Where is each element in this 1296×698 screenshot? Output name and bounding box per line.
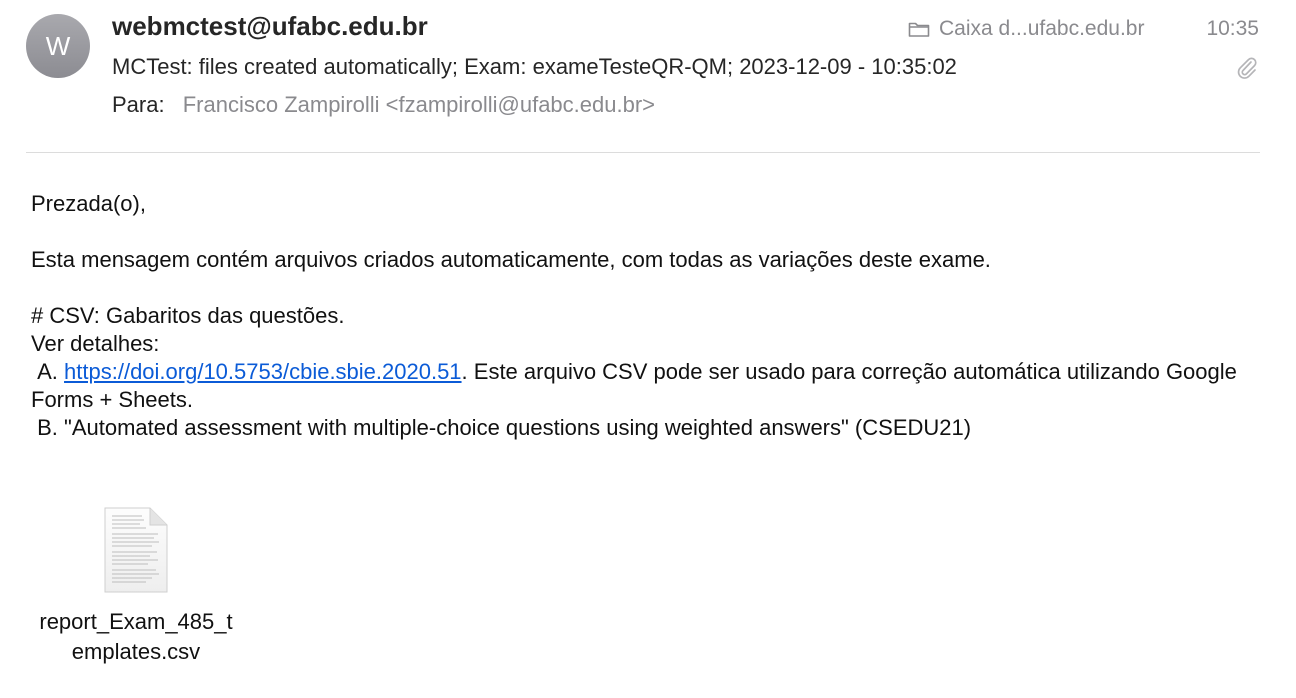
mailbox-label: Caixa d...ufabc.edu.br	[939, 17, 1145, 40]
sender-address[interactable]: webmctest@ufabc.edu.br	[112, 11, 428, 42]
doi-link[interactable]: https://doi.org/10.5753/cbie.sbie.2020.5…	[64, 359, 462, 384]
to-label: Para:	[112, 92, 165, 117]
folder-icon	[908, 22, 930, 37]
sender-avatar: W	[26, 14, 90, 78]
email-subject: MCTest: files created automatically; Exa…	[112, 54, 957, 79]
details-label: Ver detalhes:	[31, 331, 160, 356]
header-divider	[26, 152, 1260, 153]
attachment-item[interactable]: report_Exam_485_templates.csv	[30, 505, 242, 667]
received-time: 10:35	[1206, 17, 1259, 40]
csv-heading: # CSV: Gabaritos das questões.	[31, 303, 345, 328]
intro-paragraph: Esta mensagem contém arquivos criados au…	[31, 247, 991, 272]
item-a: A. https://doi.org/10.5753/cbie.sbie.202…	[31, 358, 1281, 414]
attachment-filename: report_Exam_485_templates.csv	[39, 609, 233, 664]
recipient-row: Para: Francisco Zampirolli <fzampirolli@…	[112, 92, 655, 118]
document-icon	[104, 507, 168, 593]
item-a-prefix: A.	[31, 359, 65, 384]
item-b: B. "Automated assessment with multiple-c…	[31, 415, 972, 440]
greeting: Prezada(o),	[31, 191, 146, 216]
message-body: Prezada(o), Esta mensagem contém arquivo…	[31, 190, 1281, 442]
recipient-address[interactable]: Francisco Zampirolli <fzampirolli@ufabc.…	[183, 92, 655, 117]
mailbox-location[interactable]: Caixa d...ufabc.edu.br	[908, 17, 1144, 41]
avatar-initial: W	[45, 30, 71, 61]
paperclip-icon	[1236, 56, 1258, 85]
